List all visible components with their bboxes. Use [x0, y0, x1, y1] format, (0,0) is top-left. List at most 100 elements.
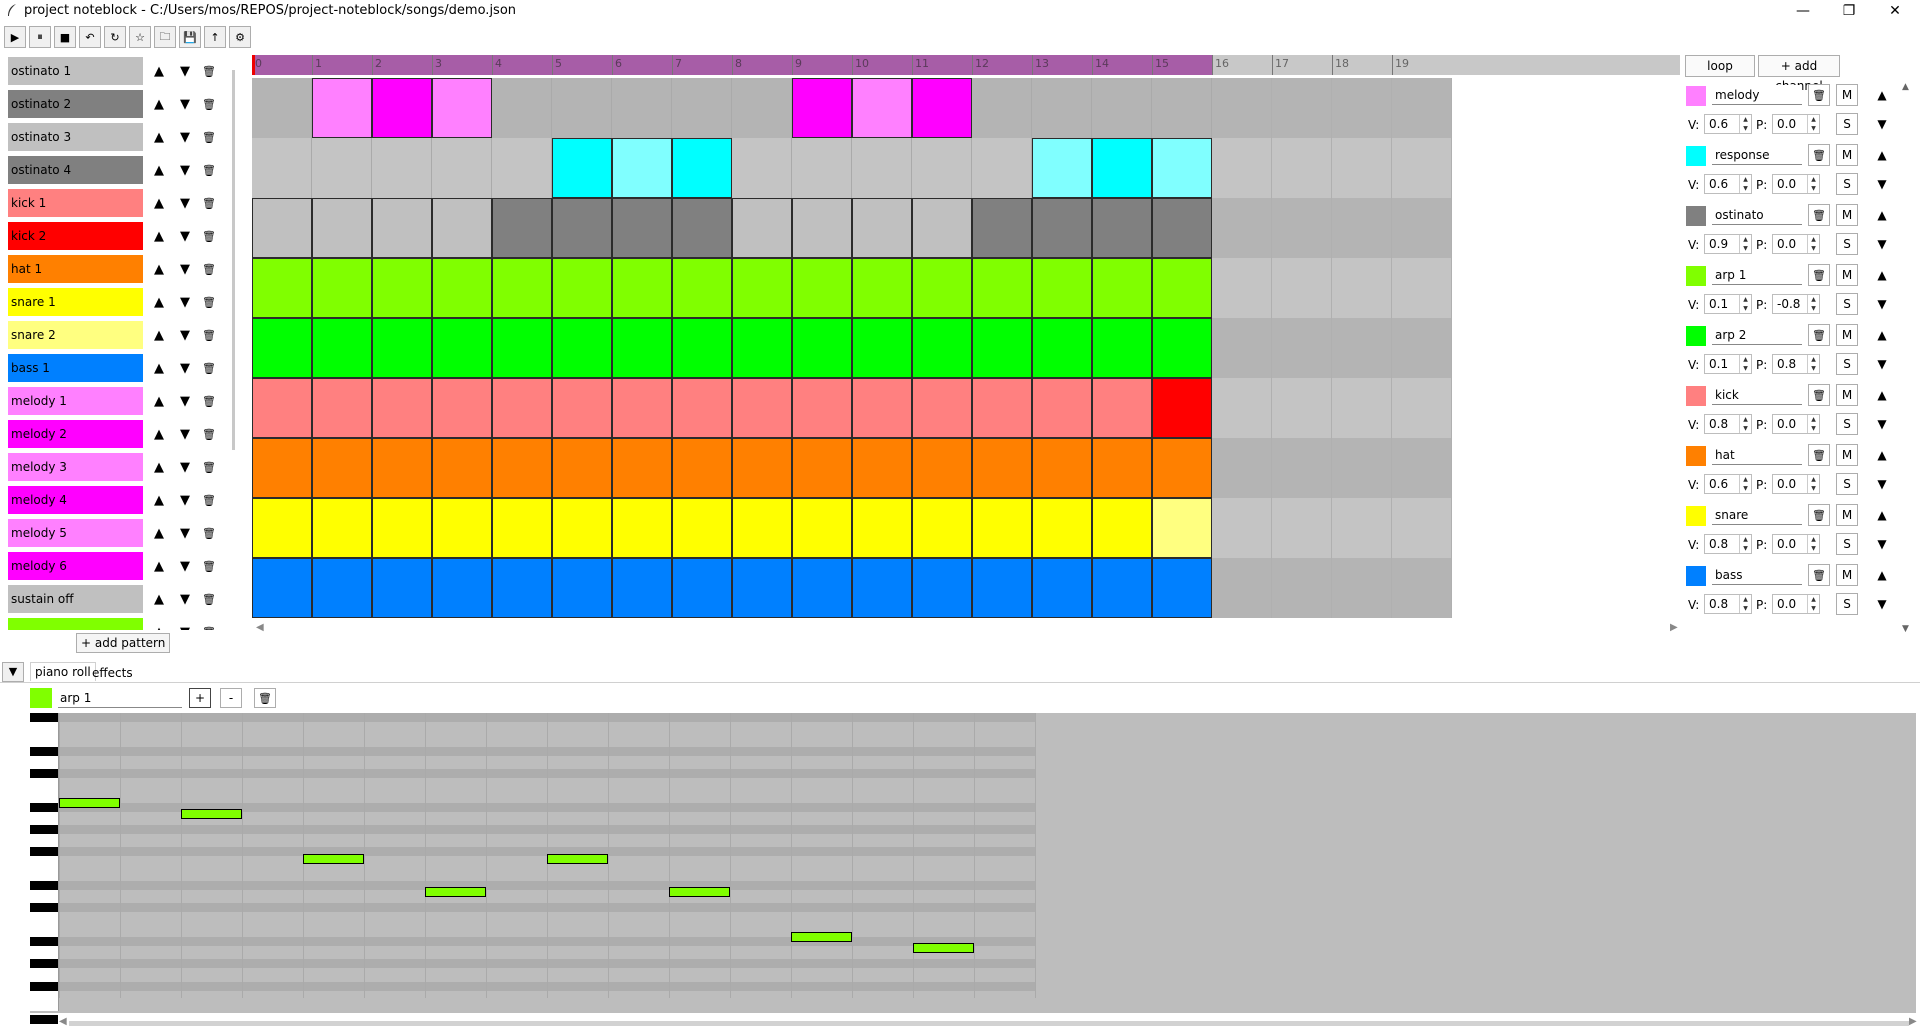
close-button[interactable]: ✕ [1872, 0, 1918, 22]
sequencer-cell[interactable] [252, 558, 312, 618]
pattern-move-down-button[interactable]: ▼ [174, 323, 196, 347]
sequencer-cell[interactable] [1392, 378, 1452, 438]
channel-move-down-button[interactable]: ▼ [1874, 173, 1890, 195]
sequencer-cell[interactable] [1272, 378, 1332, 438]
piano-keyboard[interactable] [30, 713, 59, 1025]
sequencer-cell[interactable] [792, 258, 852, 318]
pattern-delete-button[interactable]: 🗑 [198, 455, 220, 479]
sequencer-cell[interactable] [1152, 558, 1212, 618]
pattern-label[interactable]: kick 1 [8, 189, 143, 217]
pattern-move-up-button[interactable]: ▲ [148, 356, 170, 380]
sequencer-cell[interactable] [1212, 438, 1272, 498]
sequencer-cell[interactable] [432, 198, 492, 258]
open-folder-button[interactable]: 🗀 [154, 26, 176, 48]
sequencer-cell[interactable] [852, 138, 912, 198]
sequencer-cell[interactable] [1032, 258, 1092, 318]
channel-move-up-button[interactable]: ▲ [1874, 264, 1890, 286]
pattern-delete-button[interactable]: 🗑 [198, 356, 220, 380]
sequencer-cell[interactable] [552, 438, 612, 498]
piano-roll-grid[interactable] [59, 713, 1036, 998]
sequencer-cell[interactable] [672, 78, 732, 138]
sequencer-cell[interactable] [792, 558, 852, 618]
sequencer-cell[interactable] [732, 258, 792, 318]
sequencer-cell[interactable] [252, 138, 312, 198]
pattern-delete-button[interactable]: 🗑 [198, 191, 220, 215]
sequencer-hscroll[interactable]: ◀ ▶ [252, 620, 1680, 636]
pattern-label[interactable]: melody 4 [8, 486, 143, 514]
pattern-move-up-button[interactable]: ▲ [148, 620, 170, 630]
sequencer-cell[interactable] [1272, 258, 1332, 318]
pattern-row[interactable]: hat 1 ▲ ▼ 🗑 [8, 255, 220, 288]
black-key[interactable] [30, 713, 58, 722]
sequencer-cell[interactable] [672, 258, 732, 318]
pattern-row[interactable]: melody 4 ▲ ▼ 🗑 [8, 486, 220, 519]
pattern-list-scrollbar[interactable] [232, 70, 235, 450]
piano-roll-note[interactable] [669, 887, 730, 898]
sequencer-cell[interactable] [1032, 438, 1092, 498]
scroll-left-icon[interactable]: ◀ [59, 1016, 67, 1027]
sequencer-cell[interactable] [492, 498, 552, 558]
sequencer-cell[interactable] [1332, 558, 1392, 618]
sequencer-cell[interactable] [1152, 318, 1212, 378]
pattern-row[interactable]: bass 1 ▲ ▼ 🗑 [8, 354, 220, 387]
volume-spinbox[interactable]: 0.1 ▲ ▼ [1704, 294, 1752, 314]
sequencer-cell[interactable] [312, 318, 372, 378]
pan-spinbox[interactable]: 0.0 ▲ ▼ [1772, 594, 1820, 614]
sequencer-cell[interactable] [1032, 138, 1092, 198]
pan-spinbox[interactable]: 0.0 ▲ ▼ [1772, 174, 1820, 194]
pattern-move-down-button[interactable]: ▼ [174, 455, 196, 479]
pattern-delete-button[interactable]: 🗑 [198, 422, 220, 446]
sequencer-cell[interactable] [1152, 378, 1212, 438]
channel-name-input[interactable] [1712, 565, 1802, 585]
sequencer-cell[interactable] [1392, 258, 1452, 318]
black-key[interactable] [30, 825, 58, 834]
pattern-move-down-button[interactable]: ▼ [174, 92, 196, 116]
sequencer-cell[interactable] [432, 438, 492, 498]
sequencer-cell[interactable] [852, 318, 912, 378]
sequencer-cell[interactable] [852, 198, 912, 258]
star-button[interactable]: ☆ [129, 26, 151, 48]
pattern-move-down-button[interactable]: ▼ [174, 125, 196, 149]
pattern-label[interactable]: hat 1 [8, 255, 143, 283]
sequencer-cell[interactable] [1392, 318, 1452, 378]
channel-solo-button[interactable]: S [1836, 593, 1858, 615]
piano-roll-note[interactable] [913, 943, 974, 954]
sequencer-cell[interactable] [372, 498, 432, 558]
channel-move-down-button[interactable]: ▼ [1874, 473, 1890, 495]
pan-spinbox[interactable]: 0.0 ▲ ▼ [1772, 234, 1820, 254]
redo-button[interactable]: ↻ [104, 26, 126, 48]
sequencer-cell[interactable] [612, 438, 672, 498]
sequencer-cell[interactable] [672, 138, 732, 198]
sequencer-cell[interactable] [1332, 258, 1392, 318]
channel-solo-button[interactable]: S [1836, 173, 1858, 195]
sequencer-cell[interactable] [732, 378, 792, 438]
sequencer-cell[interactable] [1152, 78, 1212, 138]
channel-delete-button[interactable]: 🗑 [1808, 204, 1830, 226]
sequencer-cell[interactable] [1092, 198, 1152, 258]
pattern-move-down-button[interactable]: ▼ [174, 620, 196, 630]
pattern-row[interactable]: melody 2 ▲ ▼ 🗑 [8, 420, 220, 453]
pattern-row[interactable]: ostinato 1 ▲ ▼ 🗑 [8, 57, 220, 90]
sequencer-cell[interactable] [1032, 498, 1092, 558]
channel-move-up-button[interactable]: ▲ [1874, 504, 1890, 526]
sequencer-cell[interactable] [312, 138, 372, 198]
channel-delete-button[interactable]: 🗑 [1808, 84, 1830, 106]
channel-mute-button[interactable]: M [1836, 324, 1858, 346]
volume-spinbox[interactable]: 0.8 ▲ ▼ [1704, 594, 1752, 614]
sequencer-cell[interactable] [972, 258, 1032, 318]
pattern-move-up-button[interactable]: ▲ [148, 323, 170, 347]
sequencer-cell[interactable] [1092, 138, 1152, 198]
pattern-delete-button[interactable]: 🗑 [198, 290, 220, 314]
delete-pattern-button[interactable]: 🗑 [254, 688, 276, 708]
channel-delete-button[interactable]: 🗑 [1808, 504, 1830, 526]
sequencer-cell[interactable] [1332, 378, 1392, 438]
black-key[interactable] [30, 769, 58, 778]
sequencer-cell[interactable] [492, 558, 552, 618]
volume-spinbox[interactable]: 0.9 ▲ ▼ [1704, 234, 1752, 254]
sequencer-cell[interactable] [552, 498, 612, 558]
collapse-editor-button[interactable]: ▼ [2, 662, 24, 682]
pattern-move-up-button[interactable]: ▲ [148, 389, 170, 413]
pattern-move-down-button[interactable]: ▼ [174, 356, 196, 380]
sequencer-cell[interactable] [1272, 498, 1332, 558]
sequencer-cell[interactable] [492, 318, 552, 378]
